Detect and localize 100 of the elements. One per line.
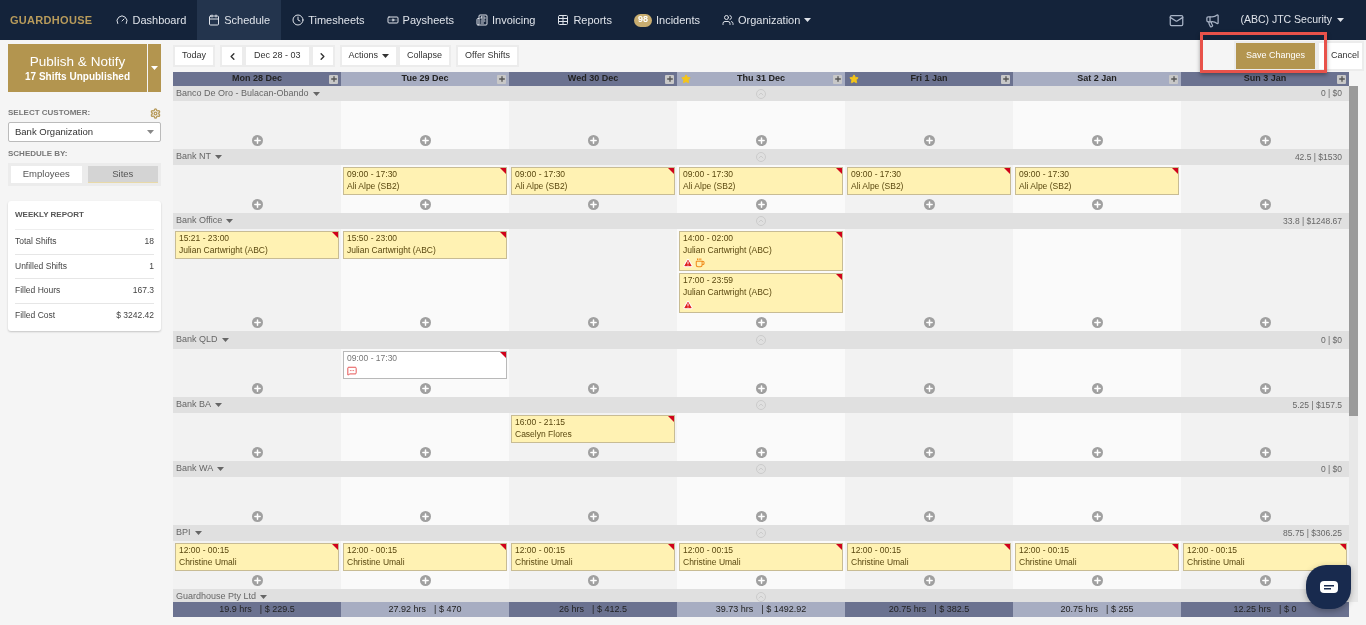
shift-card[interactable]: 12:00 - 00:15 Christine Umali bbox=[847, 543, 1011, 571]
add-shift-icon[interactable] bbox=[251, 317, 263, 328]
add-shift-icon[interactable] bbox=[419, 383, 431, 394]
shift-card[interactable]: 09:00 - 17:30 Ali Alpe (SB2) bbox=[511, 167, 675, 195]
shift-card[interactable]: 12:00 - 00:15 Christine Umali bbox=[175, 543, 339, 571]
add-shift-icon[interactable] bbox=[755, 317, 767, 328]
add-shift-icon[interactable] bbox=[923, 511, 935, 522]
add-shift-icon[interactable] bbox=[923, 199, 935, 210]
add-shift-icon[interactable] bbox=[419, 511, 431, 522]
collapse-button[interactable]: Collapse bbox=[400, 47, 450, 65]
site-name[interactable]: Bank Office bbox=[173, 214, 341, 228]
shift-card[interactable]: 12:00 - 00:15 Christine Umali bbox=[679, 543, 843, 571]
shift-card[interactable]: 15:21 - 23:00 Julian Cartwright (ABC) bbox=[175, 231, 339, 259]
site-name[interactable]: Bank BA bbox=[173, 398, 341, 412]
nav-item[interactable]: 98 Incidents bbox=[622, 0, 711, 40]
add-shift-icon[interactable] bbox=[923, 317, 935, 328]
add-shift-icon[interactable] bbox=[1259, 511, 1271, 522]
site-name[interactable]: Bank NT bbox=[173, 150, 341, 164]
actions-button[interactable]: Actions bbox=[341, 47, 397, 65]
add-shift-icon[interactable] bbox=[251, 447, 263, 458]
add-shift-icon[interactable] bbox=[1091, 135, 1103, 146]
add-shift-icon[interactable] bbox=[587, 383, 599, 394]
add-shift-icon[interactable] bbox=[419, 199, 431, 210]
nav-item[interactable]: Schedule bbox=[197, 0, 282, 40]
add-icon[interactable] bbox=[665, 74, 674, 84]
add-shift-icon[interactable] bbox=[1259, 199, 1271, 210]
add-shift-icon[interactable] bbox=[1259, 317, 1271, 328]
add-shift-icon[interactable] bbox=[251, 199, 263, 210]
next-week-button[interactable] bbox=[312, 47, 333, 65]
add-shift-icon[interactable] bbox=[587, 199, 599, 210]
add-shift-icon[interactable] bbox=[251, 383, 263, 394]
site-name[interactable]: Guardhouse Pty Ltd bbox=[173, 590, 341, 602]
shift-card[interactable]: 12:00 - 00:15 Christine Umali bbox=[1015, 543, 1179, 571]
nav-item[interactable]: Organization bbox=[711, 0, 823, 40]
add-icon[interactable] bbox=[1337, 74, 1346, 84]
previous-week-button[interactable] bbox=[222, 47, 243, 65]
add-shift-icon[interactable] bbox=[1091, 199, 1103, 210]
add-shift-icon[interactable] bbox=[587, 447, 599, 458]
shift-card[interactable]: 14:00 - 02:00 Julian Cartwright (ABC) bbox=[679, 231, 843, 271]
offer-shifts-button[interactable]: Offer Shifts bbox=[458, 47, 517, 65]
add-icon[interactable] bbox=[497, 74, 506, 84]
customer-select[interactable]: Bank Organization bbox=[8, 122, 161, 142]
shift-card[interactable]: 09:00 - 17:30 Ali Alpe (SB2) bbox=[847, 167, 1011, 195]
logo[interactable]: GUARDHOUSE bbox=[0, 11, 106, 29]
publish-dropdown-button[interactable] bbox=[148, 44, 161, 92]
shift-card[interactable]: 12:00 - 00:15 Christine Umali bbox=[1183, 543, 1347, 571]
add-shift-icon[interactable] bbox=[587, 575, 599, 586]
add-shift-icon[interactable] bbox=[419, 317, 431, 328]
add-shift-icon[interactable] bbox=[923, 135, 935, 146]
add-shift-icon[interactable] bbox=[755, 383, 767, 394]
add-shift-icon[interactable] bbox=[1259, 383, 1271, 394]
schedule-by-toggle[interactable]: Sites bbox=[87, 166, 158, 183]
add-shift-icon[interactable] bbox=[419, 575, 431, 586]
add-shift-icon[interactable] bbox=[1091, 575, 1103, 586]
add-shift-icon[interactable] bbox=[1259, 447, 1271, 458]
nav-item[interactable]: Paysheets bbox=[375, 0, 465, 40]
today-button[interactable]: Today bbox=[175, 47, 214, 65]
add-icon[interactable] bbox=[329, 74, 338, 84]
add-shift-icon[interactable] bbox=[587, 511, 599, 522]
add-icon[interactable] bbox=[1169, 74, 1178, 84]
add-shift-icon[interactable] bbox=[755, 135, 767, 146]
add-shift-icon[interactable] bbox=[587, 317, 599, 328]
site-name[interactable]: BPI bbox=[173, 526, 341, 540]
cancel-button[interactable]: Cancel bbox=[1319, 43, 1362, 69]
site-name[interactable]: Bank QLD bbox=[173, 333, 341, 347]
mail-icon[interactable] bbox=[1169, 12, 1185, 28]
add-shift-icon[interactable] bbox=[1091, 447, 1103, 458]
add-shift-icon[interactable] bbox=[923, 383, 935, 394]
shift-card[interactable]: 09:00 - 17:30 bbox=[343, 351, 507, 379]
nav-item[interactable]: Timesheets bbox=[281, 0, 376, 40]
shift-card[interactable]: 15:50 - 23:00 Julian Cartwright (ABC) bbox=[343, 231, 507, 259]
nav-item[interactable]: Dashboard bbox=[105, 0, 198, 40]
nav-item[interactable]: Invoicing bbox=[465, 0, 547, 40]
add-shift-icon[interactable] bbox=[1091, 511, 1103, 522]
add-icon[interactable] bbox=[1001, 74, 1010, 84]
add-shift-icon[interactable] bbox=[587, 135, 599, 146]
shift-card[interactable]: 16:00 - 21:15 Caselyn Flores bbox=[511, 415, 675, 443]
megaphone-icon[interactable] bbox=[1205, 12, 1221, 28]
add-shift-icon[interactable] bbox=[251, 511, 263, 522]
settings-icon[interactable] bbox=[150, 107, 161, 119]
add-shift-icon[interactable] bbox=[1259, 135, 1271, 146]
nav-item[interactable]: Reports bbox=[546, 0, 623, 40]
shift-card[interactable]: 12:00 - 00:15 Christine Umali bbox=[343, 543, 507, 571]
add-shift-icon[interactable] bbox=[251, 135, 263, 146]
shift-card[interactable]: 17:00 - 23:59 Julian Cartwright (ABC) bbox=[679, 273, 843, 313]
add-shift-icon[interactable] bbox=[923, 447, 935, 458]
scrollbar[interactable] bbox=[1349, 86, 1358, 602]
add-icon[interactable] bbox=[833, 74, 842, 84]
add-shift-icon[interactable] bbox=[755, 447, 767, 458]
add-shift-icon[interactable] bbox=[755, 575, 767, 586]
add-shift-icon[interactable] bbox=[251, 575, 263, 586]
site-name[interactable]: Banco De Oro - Bulacan-Obando bbox=[173, 86, 341, 101]
add-shift-icon[interactable] bbox=[419, 135, 431, 146]
schedule-by-toggle[interactable]: Employees bbox=[11, 166, 82, 183]
add-shift-icon[interactable] bbox=[1259, 575, 1271, 586]
add-shift-icon[interactable] bbox=[1091, 317, 1103, 328]
add-shift-icon[interactable] bbox=[755, 199, 767, 210]
shift-card[interactable]: 12:00 - 00:15 Christine Umali bbox=[511, 543, 675, 571]
account-menu[interactable]: (ABC) JTC Security bbox=[1240, 12, 1344, 28]
shift-card[interactable]: 09:00 - 17:30 Ali Alpe (SB2) bbox=[1015, 167, 1179, 195]
